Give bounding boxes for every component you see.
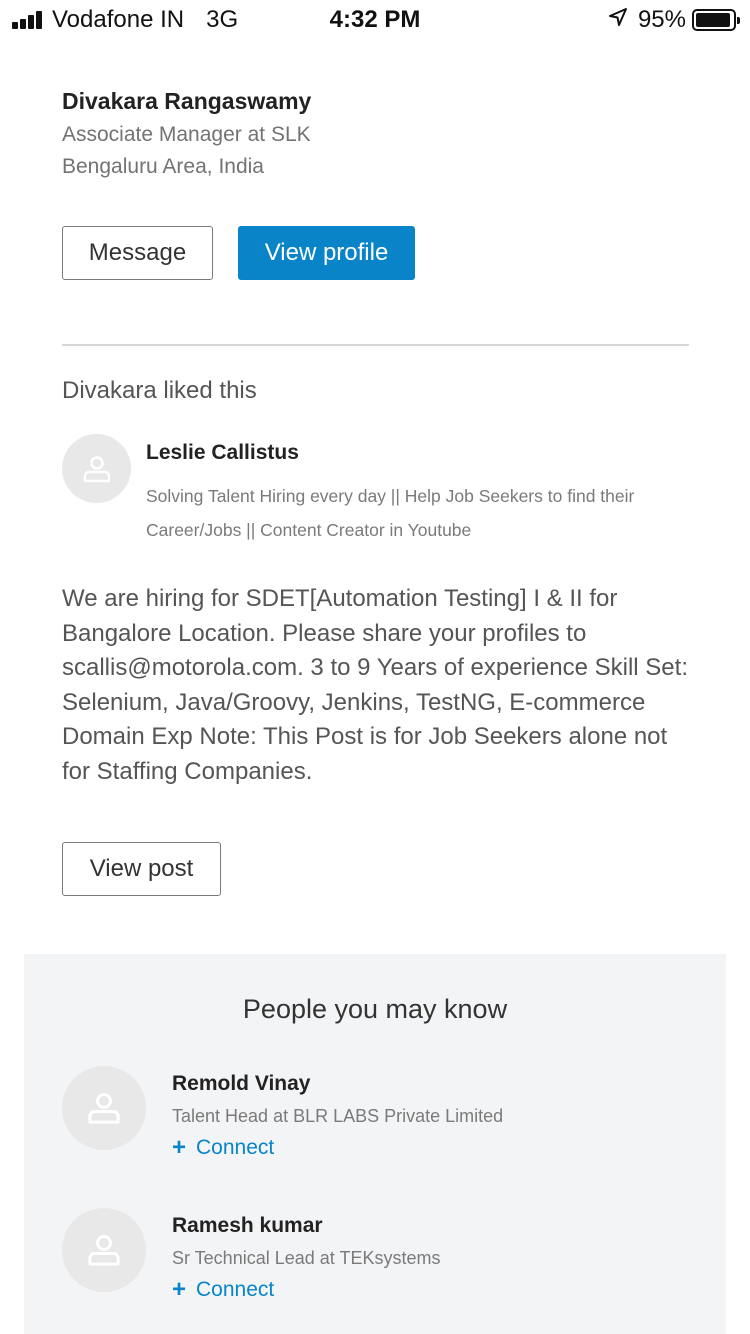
email-notification-page: Vodafone IN 3G 4:32 PM 95% Divakara Rang… (0, 0, 750, 1334)
person-placeholder-icon (88, 1093, 120, 1124)
view-post-button[interactable]: View post (62, 842, 221, 896)
pymk-title: People you may know (242, 994, 508, 1024)
status-bar: Vodafone IN 3G 4:32 PM 95% (0, 0, 750, 40)
liked-activity-text: Divakara liked this (62, 377, 257, 404)
location-arrow-icon (608, 6, 628, 34)
pymk-card: Ramesh kumar Sr Technical Lead at TEKsys… (24, 1206, 726, 1326)
message-button[interactable]: Message (62, 226, 213, 280)
connect-button[interactable]: + Connect (172, 1278, 274, 1302)
author-name[interactable]: Leslie Callistus (146, 441, 299, 465)
author-headline: Solving Talent Hiring every day || Help … (146, 486, 635, 540)
connect-label: Connect (196, 1136, 275, 1159)
plus-icon: + (172, 1276, 187, 1303)
person-name[interactable]: Ramesh kumar (172, 1214, 323, 1238)
profile-headline: Associate Manager at SLK (62, 123, 311, 146)
battery-percent: 95% (637, 6, 686, 33)
person-avatar[interactable] (62, 1066, 146, 1150)
view-profile-button[interactable]: View profile (238, 226, 415, 280)
connect-button[interactable]: + Connect (172, 1136, 274, 1160)
pymk-card: Remold Vinay Talent Head at BLR LABS Pri… (24, 1064, 726, 1184)
status-right: 95% (608, 6, 740, 34)
person-placeholder-icon (88, 1235, 120, 1266)
person-headline: Talent Head at BLR LABS Private Limited (172, 1106, 504, 1126)
person-avatar[interactable] (62, 1208, 146, 1292)
post-text: We are hiring for SDET[Automation Testin… (62, 585, 688, 785)
person-name[interactable]: Remold Vinay (172, 1072, 311, 1096)
author-avatar[interactable] (62, 434, 131, 503)
battery-icon (692, 9, 740, 31)
people-you-may-know-section: People you may know Remold Vinay Talent … (24, 954, 726, 1334)
plus-icon: + (172, 1134, 187, 1161)
profile-name[interactable]: Divakara Rangaswamy (62, 88, 311, 115)
person-headline: Sr Technical Lead at TEKsystems (172, 1248, 441, 1268)
profile-location: Bengaluru Area, India (62, 155, 264, 178)
battery-fill (696, 13, 731, 27)
connect-label: Connect (196, 1278, 275, 1301)
divider (62, 344, 689, 346)
person-placeholder-icon (83, 455, 110, 482)
